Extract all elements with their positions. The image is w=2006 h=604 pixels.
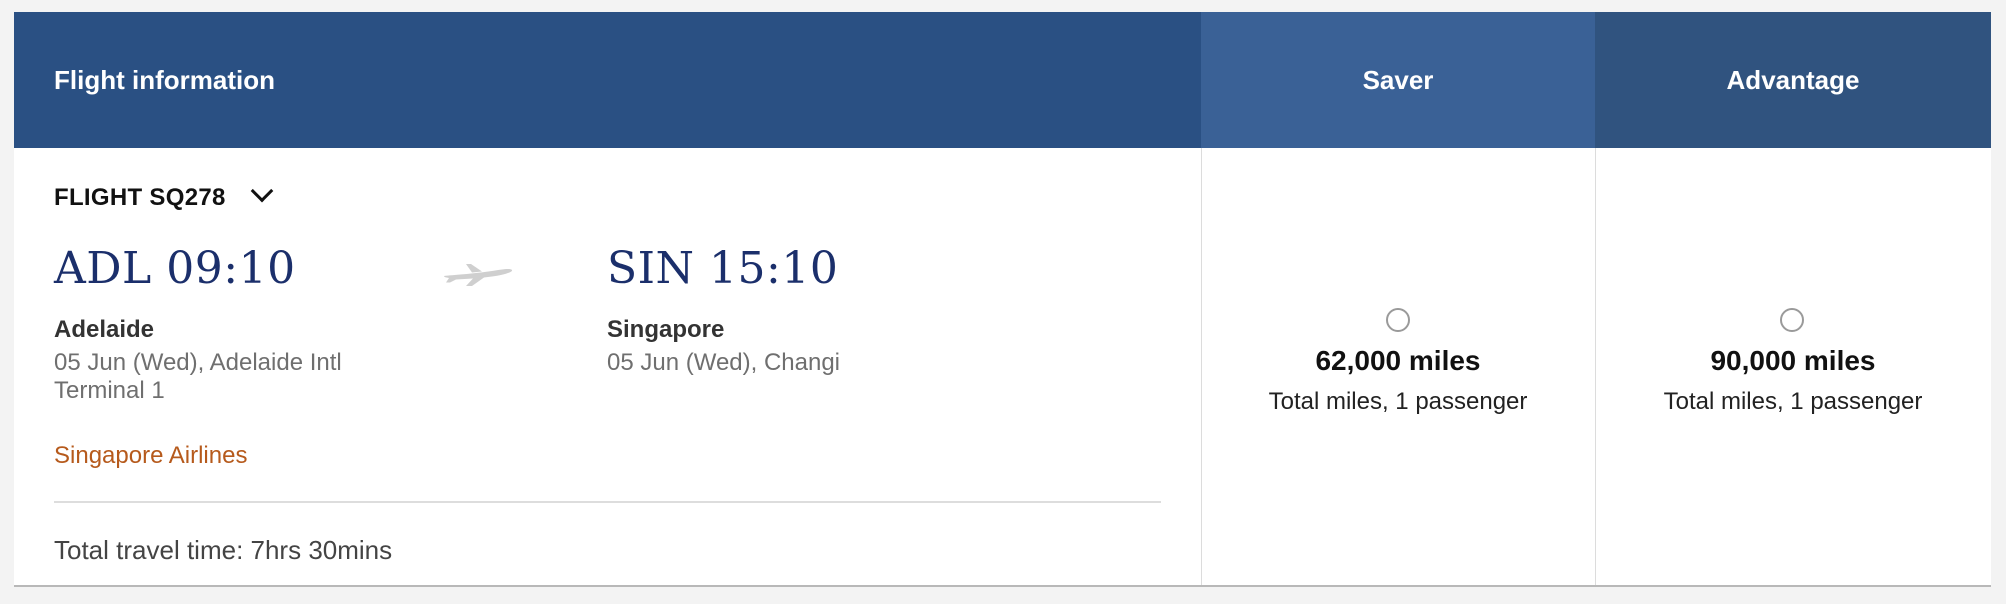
arrival-code-time: SIN 15:10 [607,243,839,294]
total-travel-time: Total travel time: 7hrs 30mins [54,535,393,565]
airline-name: Singapore Airlines [54,442,248,469]
plane-icon [444,264,513,286]
flight-details-panel: FLIGHT SQ278 ADL 09:10 Adelaide 05 Jun (… [14,148,1201,585]
departure-details: 05 Jun (Wed), Adelaide Intl Terminal 1 [54,349,342,405]
flight-number-label: FLIGHT SQ278 [54,184,226,211]
saver-radio-button[interactable] [1386,308,1410,332]
arrival-date-airport: 05 Jun (Wed), Changi [607,349,841,376]
flight-number-toggle[interactable]: FLIGHT SQ278 [54,179,273,212]
saver-header: Saver [1201,12,1595,148]
departure-city: Adelaide [54,316,155,343]
saver-fare-option[interactable]: 62,000 miles Total miles, 1 passenger [1201,148,1595,585]
chevron-down-icon[interactable] [250,179,273,203]
departure-code-time: ADL 09:10 [54,243,296,294]
saver-miles-subtitle: Total miles, 1 passenger [1268,388,1528,415]
advantage-header: Advantage [1595,12,1991,148]
departure-terminal: Terminal 1 [54,377,165,404]
advantage-radio-button[interactable] [1780,308,1804,332]
advantage-miles-subtitle: Total miles, 1 passenger [1663,388,1923,415]
advantage-fare-option[interactable]: 90,000 miles Total miles, 1 passenger [1595,148,1991,585]
advantage-miles: 90,000 miles [1710,345,1876,376]
fare-table-header: Flight information Saver Advantage [14,12,1991,148]
arrival-city: Singapore [607,316,725,343]
saver-miles: 62,000 miles [1315,345,1481,376]
divider [54,501,1161,503]
flight-information-header: Flight information [14,12,1201,148]
arrival-details: 05 Jun (Wed), Changi [607,349,840,377]
flight-fare-card: Flight information Saver Advantage FLIGH… [14,12,1991,587]
departure-date-airport: 05 Jun (Wed), Adelaide Intl [54,349,342,376]
